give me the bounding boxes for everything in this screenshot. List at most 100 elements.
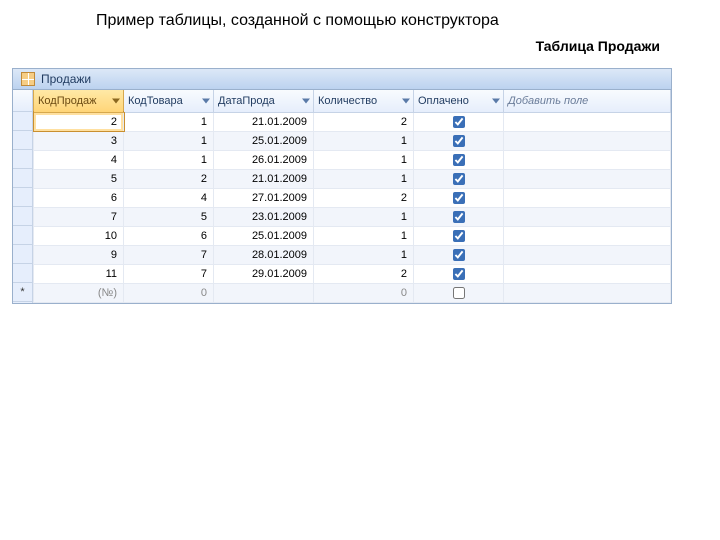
cell-id[interactable]: 3 [34,131,124,150]
cell-date[interactable]: 29.01.2009 [214,264,314,283]
cell-id[interactable]: (№) [34,283,124,302]
cell-date[interactable]: 27.01.2009 [214,188,314,207]
cell-qty[interactable]: 0 [314,283,414,302]
paid-checkbox[interactable] [453,192,465,204]
col-header-prod[interactable]: КодТовара [124,90,214,112]
cell-date[interactable]: 28.01.2009 [214,245,314,264]
cell-date[interactable]: 21.01.2009 [214,169,314,188]
cell-id[interactable]: 4 [34,150,124,169]
cell-date[interactable] [214,283,314,302]
col-header-paid[interactable]: Оплачено [414,90,504,112]
cell-date[interactable]: 23.01.2009 [214,207,314,226]
cell-prod[interactable]: 7 [124,264,214,283]
cell-prod[interactable]: 5 [124,207,214,226]
cell-id[interactable]: 7 [34,207,124,226]
table-row[interactable]: 5221.01.20091 [34,169,671,188]
cell-empty[interactable] [504,264,671,283]
cell-qty[interactable]: 1 [314,245,414,264]
paid-checkbox[interactable] [453,154,465,166]
cell-empty[interactable] [504,188,671,207]
paid-checkbox[interactable] [453,211,465,223]
row-selector[interactable] [13,131,32,150]
cell-paid[interactable] [414,150,504,169]
table-row[interactable]: 3125.01.20091 [34,131,671,150]
cell-qty[interactable]: 1 [314,131,414,150]
cell-paid[interactable] [414,112,504,131]
table-row[interactable]: 6427.01.20092 [34,188,671,207]
paid-checkbox[interactable] [453,249,465,261]
cell-prod[interactable]: 1 [124,112,214,131]
cell-prod[interactable]: 1 [124,131,214,150]
tab-title: Продажи [41,72,91,86]
table-row[interactable]: 4126.01.20091 [34,150,671,169]
row-selector[interactable] [13,150,32,169]
paid-checkbox[interactable] [453,287,465,299]
cell-prod[interactable]: 4 [124,188,214,207]
table-row[interactable]: 10625.01.20091 [34,226,671,245]
cell-id[interactable]: 11 [34,264,124,283]
cell-empty[interactable] [504,169,671,188]
col-header-add-field[interactable]: Добавить поле [504,90,671,112]
cell-date[interactable]: 21.01.2009 [214,112,314,131]
row-selector[interactable] [13,264,32,283]
paid-checkbox[interactable] [453,173,465,185]
cell-paid[interactable] [414,264,504,283]
paid-checkbox[interactable] [453,268,465,280]
table-row[interactable]: 2121.01.20092 [34,112,671,131]
cell-paid[interactable] [414,226,504,245]
cell-qty[interactable]: 1 [314,226,414,245]
cell-qty[interactable]: 2 [314,112,414,131]
cell-qty[interactable]: 1 [314,207,414,226]
cell-empty[interactable] [504,112,671,131]
cell-prod[interactable]: 1 [124,150,214,169]
cell-paid[interactable] [414,207,504,226]
cell-paid[interactable] [414,169,504,188]
row-selector[interactable] [13,207,32,226]
row-selector-new[interactable]: * [13,283,32,302]
cell-date[interactable]: 25.01.2009 [214,226,314,245]
cell-prod[interactable]: 2 [124,169,214,188]
row-selector[interactable] [13,112,32,131]
cell-id[interactable]: 6 [34,188,124,207]
cell-qty[interactable]: 2 [314,264,414,283]
row-selector[interactable] [13,188,32,207]
cell-date[interactable]: 26.01.2009 [214,150,314,169]
row-selector[interactable] [13,169,32,188]
cell-empty[interactable] [504,283,671,302]
cell-date[interactable]: 25.01.2009 [214,131,314,150]
cell-paid[interactable] [414,283,504,302]
cell-empty[interactable] [504,245,671,264]
row-selector[interactable] [13,245,32,264]
cell-qty[interactable]: 1 [314,150,414,169]
cell-id[interactable]: 9 [34,245,124,264]
table-row[interactable]: 11729.01.20092 [34,264,671,283]
col-header-qty[interactable]: Количество [314,90,414,112]
col-header-id[interactable]: КодПродаж [34,90,124,112]
col-header-date[interactable]: ДатаПрода [214,90,314,112]
select-all-cell[interactable] [13,90,32,112]
cell-prod[interactable]: 6 [124,226,214,245]
cell-empty[interactable] [504,226,671,245]
paid-checkbox[interactable] [453,135,465,147]
cell-empty[interactable] [504,131,671,150]
table-row[interactable]: 7523.01.20091 [34,207,671,226]
paid-checkbox[interactable] [453,230,465,242]
cell-empty[interactable] [504,150,671,169]
tab-bar[interactable]: Продажи [13,69,671,90]
cell-prod[interactable]: 0 [124,283,214,302]
paid-checkbox[interactable] [453,116,465,128]
new-row[interactable]: (№)00 [34,283,671,302]
cell-paid[interactable] [414,131,504,150]
cell-id[interactable]: 10 [34,226,124,245]
cell-paid[interactable] [414,245,504,264]
cell-empty[interactable] [504,207,671,226]
cell-prod[interactable]: 7 [124,245,214,264]
table-row[interactable]: 9728.01.20091 [34,245,671,264]
col-header-label: КодПродаж [38,95,97,107]
cell-qty[interactable]: 2 [314,188,414,207]
cell-id[interactable]: 5 [34,169,124,188]
cell-qty[interactable]: 1 [314,169,414,188]
cell-id[interactable]: 2 [34,112,124,131]
row-selector[interactable] [13,226,32,245]
cell-paid[interactable] [414,188,504,207]
